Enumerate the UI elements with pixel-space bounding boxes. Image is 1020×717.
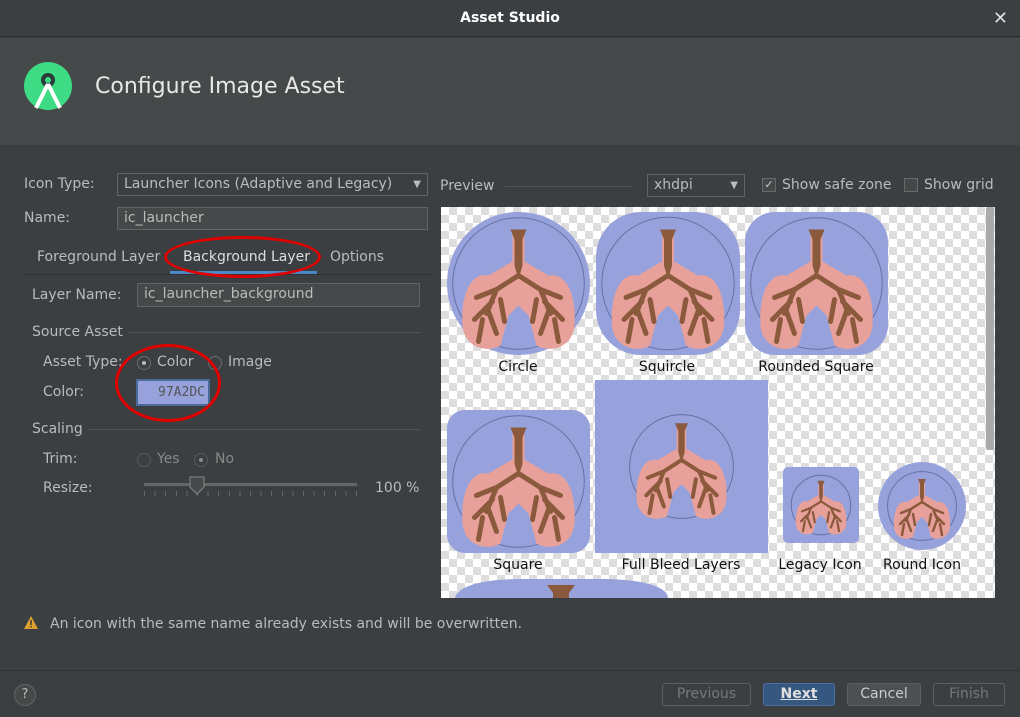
preview-icon-label: Legacy Icon — [778, 557, 861, 573]
preview-scrollbar[interactable] — [986, 207, 994, 450]
resize-value: 100 % — [375, 480, 420, 496]
name-label: Name: — [24, 210, 71, 226]
preview-icon-rounded-square — [745, 212, 888, 355]
show-grid-checkbox[interactable] — [904, 178, 918, 192]
divider — [505, 186, 632, 187]
resize-label: Resize: — [43, 480, 93, 496]
preview-icon-full-bleed-layers — [595, 380, 768, 553]
tab-foreground-layer[interactable]: Foreground Layer — [37, 249, 160, 265]
trim-no-label: No — [215, 451, 235, 467]
warning-text: An icon with the same name already exist… — [50, 616, 523, 632]
preview-icons: Circle Squircle Rounded Square Square Full B… — [447, 212, 966, 598]
layer-name-input[interactable]: ic_launcher_background — [137, 283, 420, 307]
title-bar: Asset Studio ✕ — [0, 0, 1020, 37]
preview-icon-label: Squircle — [639, 359, 695, 375]
header: Configure Image Asset — [0, 38, 1020, 145]
preview-icon-circle — [447, 212, 590, 355]
help-button[interactable]: ? — [14, 684, 36, 706]
preview-icon-label: Rounded Square — [758, 359, 874, 375]
name-input[interactable]: ic_launcher — [117, 207, 428, 230]
divider — [88, 429, 420, 430]
icon-type-value: Launcher Icons (Adaptive and Legacy) — [124, 176, 393, 192]
chevron-down-icon: ▼ — [730, 180, 738, 191]
resize-slider-thumb[interactable] — [189, 476, 205, 495]
show-safe-zone-checkbox[interactable]: ✓ — [762, 178, 776, 192]
chevron-down-icon: ▼ — [413, 179, 421, 190]
cancel-button[interactable]: Cancel — [847, 683, 921, 706]
preview-icon-label: Full Bleed Layers — [622, 557, 741, 573]
show-safe-zone-label: Show safe zone — [782, 177, 892, 193]
divider — [129, 332, 420, 333]
layer-name-label: Layer Name: — [32, 287, 122, 303]
preview-icon-square — [447, 410, 590, 553]
icon-type-select[interactable]: Launcher Icons (Adaptive and Legacy) ▼ — [117, 173, 428, 196]
resize-slider-ticks — [144, 491, 357, 496]
color-label: Color: — [43, 384, 85, 400]
annotation-circle — [115, 344, 221, 422]
asset-type-label: Asset Type: — [43, 354, 123, 370]
density-value: xhdpi — [654, 177, 693, 193]
android-studio-logo — [24, 62, 72, 110]
previous-button[interactable]: Previous — [662, 683, 751, 706]
warning-icon — [24, 616, 38, 629]
page-title: Configure Image Asset — [95, 74, 345, 99]
density-select[interactable]: xhdpi ▼ — [647, 174, 745, 197]
next-button[interactable]: Next — [763, 683, 835, 706]
scaling-title: Scaling — [32, 421, 83, 437]
trim-yes-radio[interactable] — [137, 453, 151, 467]
preview-icon-label: Square — [493, 557, 542, 573]
preview-canvas: Circle Squircle Rounded Square Square Full B… — [441, 207, 995, 598]
preview-label: Preview — [440, 178, 495, 194]
icon-type-label: Icon Type: — [24, 176, 95, 192]
preview-icon-legacy-icon — [783, 467, 859, 543]
resize-slider-track[interactable] — [144, 483, 357, 486]
annotation-circle — [164, 236, 321, 278]
source-asset-title: Source Asset — [32, 324, 123, 340]
window-title: Asset Studio — [460, 10, 560, 26]
trim-label: Trim: — [43, 451, 78, 467]
show-grid-label: Show grid — [924, 177, 994, 193]
preview-icon-label: Circle — [498, 359, 537, 375]
trim-yes-label: Yes — [157, 451, 180, 467]
tab-options[interactable]: Options — [330, 249, 384, 265]
preview-icon-partial — [455, 579, 668, 598]
asset-type-image-label: Image — [228, 354, 272, 370]
finish-button[interactable]: Finish — [933, 683, 1005, 706]
close-icon[interactable]: ✕ — [993, 8, 1008, 29]
footer-divider — [0, 670, 1020, 671]
trim-no-radio[interactable] — [194, 453, 208, 467]
preview-icon-round-icon — [878, 462, 966, 550]
preview-icon-squircle — [596, 212, 740, 355]
preview-icon-label: Round Icon — [883, 557, 961, 573]
